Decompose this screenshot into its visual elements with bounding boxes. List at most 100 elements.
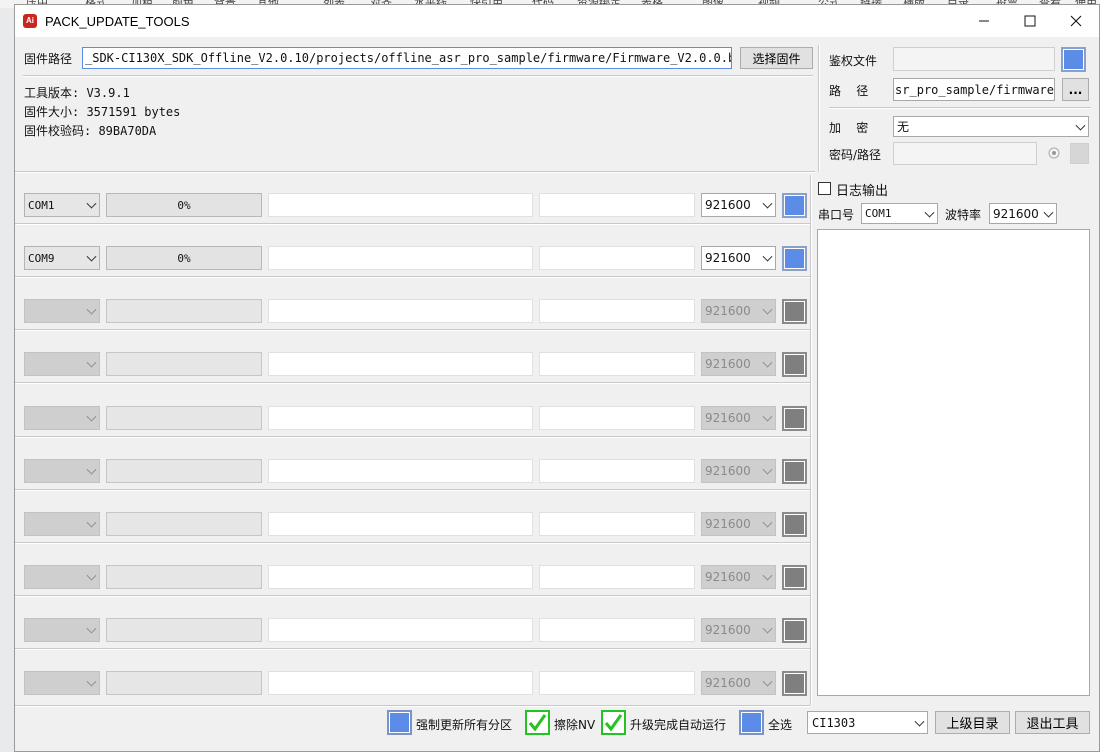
port-com-select[interactable] [24, 352, 100, 376]
radio-icon [1048, 147, 1059, 159]
chevron-down-icon [762, 623, 773, 634]
chevron-down-icon [762, 411, 773, 422]
port-enable-indicator[interactable] [782, 512, 807, 537]
port-progress-bar [106, 618, 262, 642]
maximize-button[interactable] [1007, 5, 1053, 37]
chevron-down-icon [762, 464, 773, 475]
port-baud-select[interactable]: 921600 [701, 512, 776, 536]
checkmark-icon [528, 714, 547, 732]
port-info-field [539, 512, 695, 536]
encrypt-value: 无 [897, 120, 910, 134]
log-output-area[interactable] [817, 229, 1090, 696]
chevron-down-icon [762, 676, 773, 687]
port-status-field [268, 459, 533, 483]
port-status-field [268, 246, 533, 270]
indicator-core [785, 196, 804, 215]
port-baud-select[interactable]: 921600 [701, 618, 776, 642]
select-firmware-button[interactable]: 选择固件 [740, 47, 813, 69]
port-baud-select[interactable]: 921600 [701, 459, 776, 483]
port-enable-indicator[interactable] [782, 618, 807, 643]
browse-auth-button[interactable]: ... [1062, 78, 1089, 101]
port-info-field [539, 671, 695, 695]
log-baud-select[interactable]: 921600 [989, 203, 1057, 224]
chevron-down-icon [86, 464, 97, 475]
force-update-checkbox[interactable] [387, 710, 412, 735]
auto-run-checkbox[interactable] [601, 710, 626, 735]
port-info-field [539, 299, 695, 323]
log-output-checkbox[interactable] [818, 182, 831, 195]
close-icon [1070, 15, 1082, 27]
port-baud-value: 921600 [705, 464, 751, 478]
port-com-select[interactable] [24, 512, 100, 536]
port-com-value: COM1 [28, 198, 55, 212]
port-baud-value: 921600 [705, 198, 751, 212]
port-baud-select[interactable]: 921600 [701, 406, 776, 430]
port-baud-select[interactable]: 921600 [701, 352, 776, 376]
log-port-value: COM1 [865, 207, 892, 220]
port-enable-indicator[interactable] [782, 459, 807, 484]
log-port-select[interactable]: COM1 [861, 203, 938, 224]
port-enable-indicator[interactable] [782, 352, 807, 377]
port-status-field [268, 512, 533, 536]
port-progress-bar [106, 459, 262, 483]
divider [23, 75, 813, 77]
erase-nv-checkbox[interactable] [525, 710, 550, 735]
port-baud-select[interactable]: 921600 [701, 565, 776, 589]
port-info-field [539, 246, 695, 270]
port-enable-indicator[interactable] [782, 565, 807, 590]
port-com-select[interactable] [24, 565, 100, 589]
password-option-radio[interactable] [1045, 144, 1062, 162]
port-info-field [539, 352, 695, 376]
divider [15, 489, 810, 491]
indicator-core [785, 568, 804, 587]
port-status-field [268, 671, 533, 695]
minimize-button[interactable] [961, 5, 1007, 37]
port-progress-bar: 0% [106, 193, 262, 217]
port-enable-indicator[interactable] [782, 671, 807, 696]
indicator-core [785, 462, 804, 481]
port-com-select[interactable] [24, 671, 100, 695]
port-com-select[interactable]: COM1 [24, 193, 100, 217]
close-button[interactable] [1053, 5, 1099, 37]
log-baud-label: 波特率 [945, 208, 982, 222]
port-status-field [268, 565, 533, 589]
port-enable-indicator[interactable] [782, 299, 807, 324]
auth-path-input[interactable]: asr_pro_sample/firmware [893, 78, 1055, 101]
chevron-down-icon [914, 716, 925, 727]
port-enable-indicator[interactable] [782, 193, 807, 218]
erase-nv-label: 擦除NV [554, 718, 596, 732]
chevron-down-icon [86, 304, 97, 315]
port-baud-value: 921600 [705, 517, 751, 531]
auth-file-label: 鉴权文件 [829, 54, 878, 68]
port-progress-bar [106, 671, 262, 695]
firmware-checksum-text: 固件校验码: 89BA70DA [24, 124, 157, 138]
indicator-core [785, 249, 804, 268]
port-baud-select[interactable]: 921600 [701, 671, 776, 695]
log-output-label: 日志输出 [836, 184, 889, 199]
select-all-checkbox[interactable] [739, 710, 764, 735]
auth-path-label: 路 径 [829, 84, 869, 98]
port-baud-select[interactable]: 921600 [701, 193, 776, 217]
port-com-select[interactable] [24, 618, 100, 642]
firmware-path-input[interactable]: _SDK-CI130X_SDK_Offline_V2.0.10/projects… [82, 47, 732, 69]
parent-dir-button[interactable]: 上级目录 [935, 711, 1010, 734]
port-com-select[interactable] [24, 299, 100, 323]
port-com-select[interactable] [24, 406, 100, 430]
chevron-down-icon [86, 411, 97, 422]
chip-select[interactable]: CI1303 [807, 711, 928, 734]
port-baud-value: 921600 [705, 676, 751, 690]
divider [15, 648, 810, 650]
chip-value: CI1303 [812, 715, 856, 730]
port-com-value: COM9 [28, 251, 55, 265]
port-info-field [539, 193, 695, 217]
port-enable-indicator[interactable] [782, 406, 807, 431]
port-baud-select[interactable]: 921600 [701, 246, 776, 270]
auth-file-indicator[interactable] [1061, 47, 1086, 72]
port-baud-select[interactable]: 921600 [701, 299, 776, 323]
encrypt-select[interactable]: 无 [893, 116, 1089, 137]
exit-tool-button[interactable]: 退出工具 [1015, 711, 1090, 734]
auto-run-label: 升级完成自动运行 [630, 718, 727, 732]
port-com-select[interactable]: COM9 [24, 246, 100, 270]
port-enable-indicator[interactable] [782, 246, 807, 271]
port-com-select[interactable] [24, 459, 100, 483]
